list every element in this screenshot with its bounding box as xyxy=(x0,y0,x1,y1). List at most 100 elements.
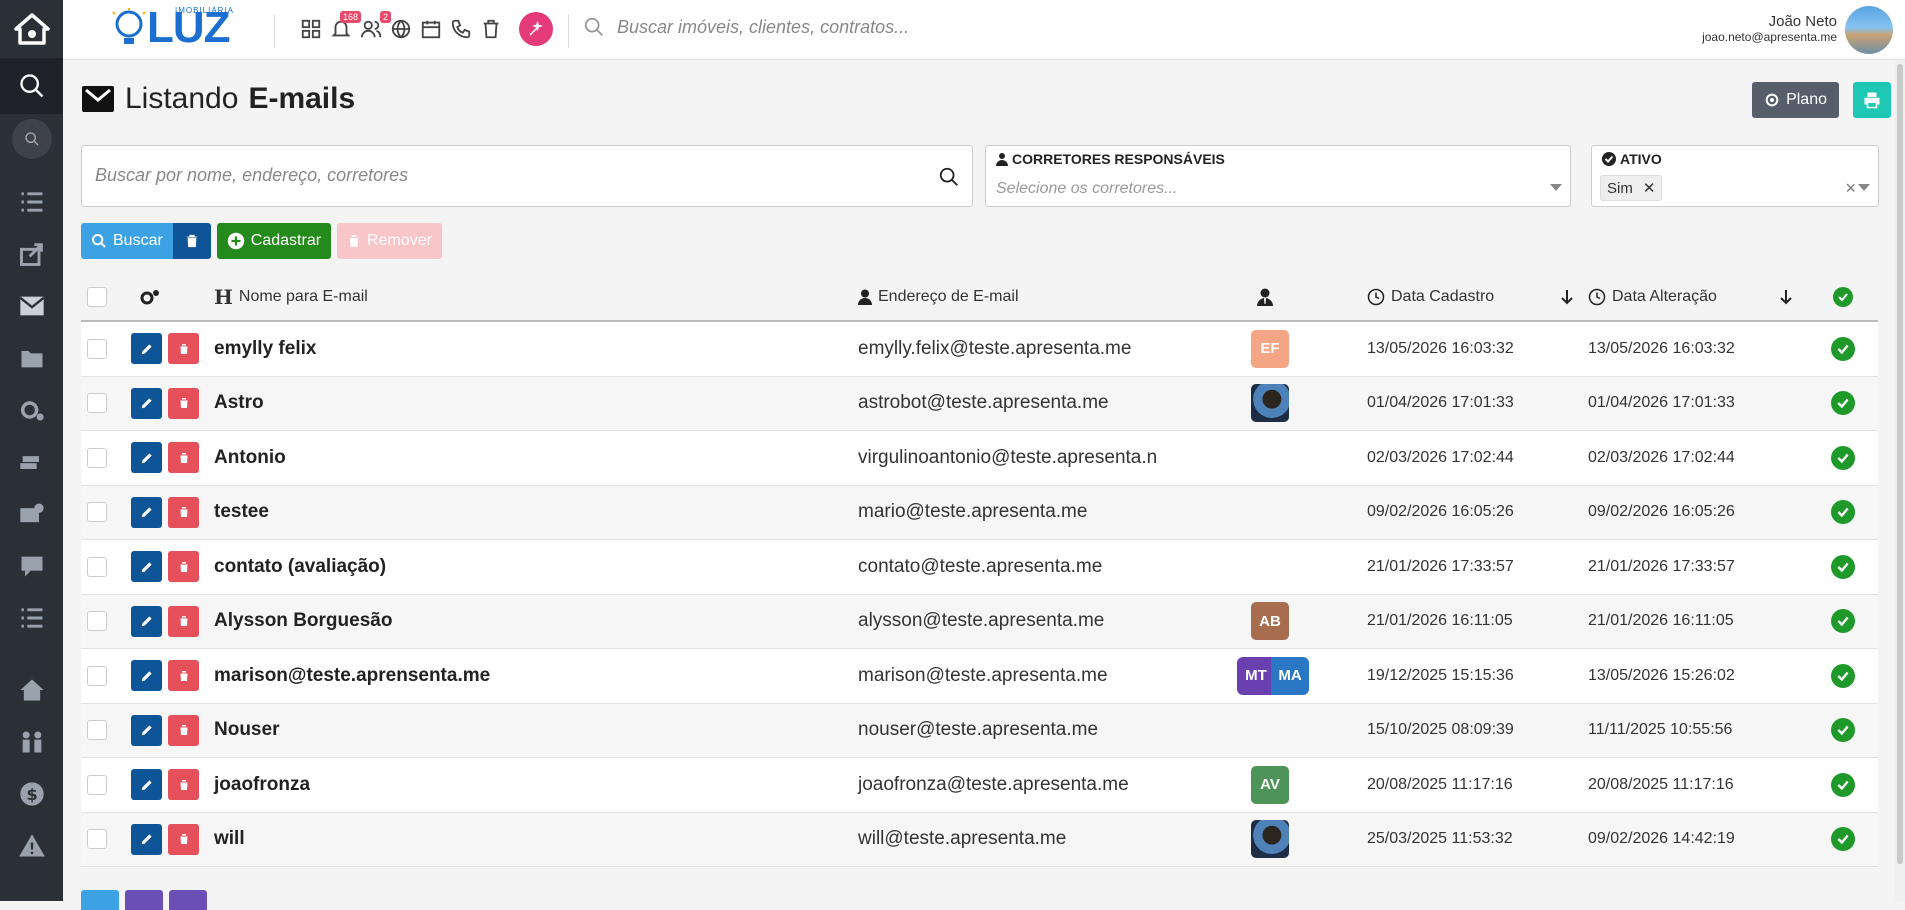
list-search-input[interactable]: Buscar por nome, endereço, corretores xyxy=(81,145,973,207)
row-checkbox[interactable] xyxy=(87,595,107,649)
delete-button[interactable] xyxy=(168,540,199,594)
delete-button[interactable] xyxy=(168,486,199,540)
sidebar-settings-icon[interactable] xyxy=(0,384,63,436)
table-row[interactable]: will will@teste.apresenta.me 25/03/2025 … xyxy=(81,813,1878,868)
edit-button[interactable] xyxy=(131,431,162,485)
sidebar-email-icon[interactable] xyxy=(0,280,63,332)
row-checkbox[interactable] xyxy=(87,377,107,431)
col-nome-header[interactable]: HNome para E-mail xyxy=(214,273,368,320)
plano-button[interactable]: Plano xyxy=(1752,82,1839,118)
edit-button[interactable] xyxy=(131,813,162,867)
edit-button[interactable] xyxy=(131,704,162,758)
clear-icon[interactable]: × xyxy=(1845,178,1856,199)
sidebar-folders-icon[interactable] xyxy=(0,332,63,384)
chevron-down-icon[interactable] xyxy=(1550,184,1562,191)
page-scrollbar[interactable] xyxy=(1895,60,1905,901)
select-all-checkbox[interactable] xyxy=(87,273,107,320)
clear-filters-button[interactable] xyxy=(173,223,211,259)
sort-arrow-down-icon[interactable] xyxy=(1780,273,1792,320)
phone-icon[interactable] xyxy=(449,15,473,43)
ativo-selected-tag[interactable]: Sim✕ xyxy=(1600,175,1662,201)
corretor-avatar-photo[interactable] xyxy=(1251,384,1289,422)
edit-button[interactable] xyxy=(131,540,162,594)
col-ativo-check-icon[interactable] xyxy=(1833,273,1853,320)
ativo-filter[interactable]: ATIVO Sim✕ × xyxy=(1591,145,1879,207)
delete-button[interactable] xyxy=(168,377,199,431)
edit-button[interactable] xyxy=(131,486,162,540)
buscar-button[interactable]: Buscar xyxy=(81,223,173,259)
col-cadastro-header[interactable]: Data Cadastro xyxy=(1367,273,1494,320)
corretor-avatar-photo[interactable] xyxy=(1251,820,1289,858)
row-checkbox[interactable] xyxy=(87,486,107,540)
sidebar-people-icon[interactable] xyxy=(0,716,63,768)
row-checkbox[interactable] xyxy=(87,813,107,867)
table-row[interactable]: Nouser nouser@teste.apresenta.me 15/10/2… xyxy=(81,704,1878,759)
remove-tag-icon[interactable]: ✕ xyxy=(1643,179,1656,197)
sidebar-list-icon[interactable] xyxy=(0,592,63,644)
delete-button[interactable] xyxy=(168,322,199,376)
row-checkbox[interactable] xyxy=(87,758,107,812)
sidebar-tasks-icon[interactable] xyxy=(0,176,63,228)
delete-button[interactable] xyxy=(168,431,199,485)
notifications-bell-icon[interactable]: 168 xyxy=(329,15,353,43)
footer-button-2[interactable] xyxy=(125,890,163,910)
trash-icon[interactable] xyxy=(479,15,503,43)
sidebar-money-icon[interactable]: $ xyxy=(0,768,63,820)
sort-arrow-down-icon[interactable] xyxy=(1561,273,1573,320)
table-row[interactable]: testee mario@teste.apresenta.me 09/02/20… xyxy=(81,486,1878,541)
settings-gears-icon[interactable] xyxy=(139,273,161,320)
users-icon[interactable]: 2 xyxy=(359,15,383,43)
footer-button-1[interactable] xyxy=(81,890,119,910)
edit-button[interactable] xyxy=(131,595,162,649)
edit-button[interactable] xyxy=(131,758,162,812)
apps-grid-icon[interactable] xyxy=(299,15,323,43)
row-checkbox[interactable] xyxy=(87,649,107,703)
sidebar-search-icon[interactable] xyxy=(0,58,63,114)
sidebar-filter-search-icon[interactable] xyxy=(12,119,52,159)
table-row[interactable]: Antonio virgulinoantonio@teste.apresenta… xyxy=(81,431,1878,486)
corretor-avatar[interactable]: AV xyxy=(1251,766,1289,804)
col-corretores-header[interactable] xyxy=(1257,273,1273,320)
home-logo-icon[interactable] xyxy=(0,0,63,58)
corretor-avatar[interactable]: MA xyxy=(1271,657,1309,695)
corretor-avatar[interactable]: EF xyxy=(1251,330,1289,368)
magic-action-icon[interactable] xyxy=(519,12,553,46)
table-row[interactable]: Astro astrobot@teste.apresenta.me 01/04/… xyxy=(81,377,1878,432)
sidebar-email-block-icon[interactable] xyxy=(0,488,63,540)
global-search-input[interactable]: Buscar imóveis, clientes, contratos... xyxy=(617,17,909,38)
delete-button[interactable] xyxy=(168,649,199,703)
print-button[interactable] xyxy=(1853,82,1891,118)
table-row[interactable]: marison@teste.aprensenta.me marison@test… xyxy=(81,649,1878,704)
remover-button[interactable]: Remover xyxy=(337,223,442,259)
edit-button[interactable] xyxy=(131,377,162,431)
user-info[interactable]: João Neto joao.neto@apresenta.me xyxy=(1702,13,1837,44)
footer-button-3[interactable] xyxy=(169,890,207,910)
row-checkbox[interactable] xyxy=(87,431,107,485)
col-endereco-header[interactable]: Endereço de E-mail xyxy=(858,273,1019,320)
sidebar-chat-icon[interactable] xyxy=(0,540,63,592)
sidebar-share-icon[interactable] xyxy=(0,228,63,280)
delete-button[interactable] xyxy=(168,595,199,649)
cadastrar-button[interactable]: Cadastrar xyxy=(217,223,331,259)
sidebar-trucks-icon[interactable] xyxy=(0,436,63,488)
row-checkbox[interactable] xyxy=(87,704,107,758)
chevron-down-icon[interactable] xyxy=(1858,184,1870,191)
row-checkbox[interactable] xyxy=(87,322,107,376)
user-avatar[interactable] xyxy=(1845,6,1893,54)
table-row[interactable]: contato (avaliação) contato@teste.aprese… xyxy=(81,540,1878,595)
edit-button[interactable] xyxy=(131,649,162,703)
delete-button[interactable] xyxy=(168,813,199,867)
globe-icon[interactable] xyxy=(389,15,413,43)
table-row[interactable]: Alysson Borguesão alysson@teste.apresent… xyxy=(81,595,1878,650)
sidebar-house-icon[interactable] xyxy=(0,664,63,716)
global-search[interactable]: Buscar imóveis, clientes, contratos... xyxy=(583,16,909,38)
delete-button[interactable] xyxy=(168,758,199,812)
row-checkbox[interactable] xyxy=(87,540,107,594)
col-alteracao-header[interactable]: Data Alteração xyxy=(1588,273,1717,320)
corretor-avatar[interactable]: AB xyxy=(1251,602,1289,640)
table-row[interactable]: emylly felix emylly.felix@teste.apresent… xyxy=(81,322,1878,377)
delete-button[interactable] xyxy=(168,704,199,758)
calendar-icon[interactable] xyxy=(419,15,443,43)
edit-button[interactable] xyxy=(131,322,162,376)
table-row[interactable]: joaofronza joaofronza@teste.apresenta.me… xyxy=(81,758,1878,813)
